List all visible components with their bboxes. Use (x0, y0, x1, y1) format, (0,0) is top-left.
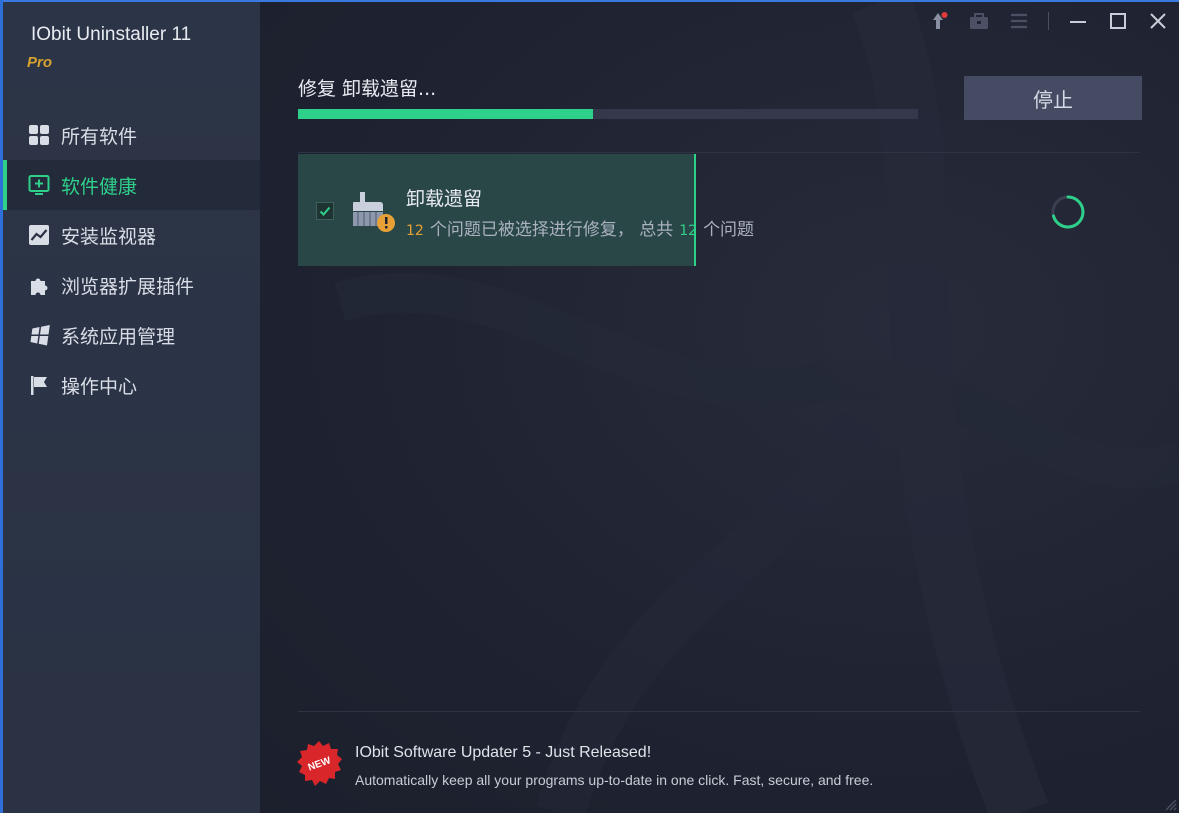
sidebar-item-windows-apps[interactable]: 系统应用管理 (3, 310, 260, 360)
task-row: 卸载遗留 12 个问题已被选择进行修复， 总共 12 个问题 (298, 154, 1140, 266)
progress-title: 修复 卸载遗留... (298, 78, 437, 100)
progress-bar-fill (298, 109, 593, 119)
promo-description: Automatically keep all your programs up-… (355, 772, 874, 788)
edition-badge: Pro (27, 54, 53, 71)
grid-icon (27, 123, 51, 147)
divider (298, 152, 1140, 153)
sidebar-item-all-programs[interactable]: 所有软件 (3, 110, 260, 160)
sidebar-item-label: 浏览器扩展插件 (61, 275, 195, 298)
sidebar: IObit Uninstaller 11 Pro 所有软件 软件健康 安装监视器… (3, 2, 260, 813)
app-title: IObit Uninstaller 11 (31, 24, 192, 45)
checkmark-icon (319, 206, 331, 216)
progress-bar (298, 109, 918, 119)
monitor-plus-icon (27, 173, 51, 197)
toolbox-icon[interactable] (968, 10, 990, 32)
promo-title[interactable]: IObit Software Updater 5 - Just Released… (355, 744, 651, 762)
main-panel: 修复 卸载遗留... 停止 卸载遗留 12 个问题已被选择进行修复， 总共 12 个问… (260, 2, 1179, 813)
menu-icon[interactable] (1008, 10, 1030, 32)
chart-line-icon (27, 223, 51, 247)
resize-grip-icon[interactable] (1163, 797, 1177, 811)
stop-button[interactable]: 停止 (964, 76, 1142, 120)
sidebar-item-action-center[interactable]: 操作中心 (3, 360, 260, 410)
sidebar-item-label: 软件健康 (61, 175, 138, 198)
sidebar-item-label: 系统应用管理 (61, 325, 176, 348)
maximize-icon[interactable] (1107, 10, 1129, 32)
titlebar-controls (928, 10, 1169, 32)
selected-count: 12 (406, 223, 424, 239)
flag-icon (27, 373, 51, 397)
background-decoration (334, 2, 1179, 813)
loading-spinner-icon (1051, 195, 1085, 229)
notification-icon[interactable] (928, 10, 950, 32)
broom-warning-icon (353, 192, 395, 232)
sidebar-nav: 所有软件 软件健康 安装监视器 浏览器扩展插件 系统应用管理 操作中心 (3, 110, 260, 410)
sidebar-item-browser-extensions[interactable]: 浏览器扩展插件 (3, 260, 260, 310)
close-icon[interactable] (1147, 10, 1169, 32)
titlebar-separator (1048, 12, 1049, 30)
sidebar-item-label: 操作中心 (61, 375, 138, 398)
windows-icon (27, 323, 51, 347)
task-name: 卸载遗留 (406, 188, 483, 210)
new-badge-icon[interactable]: NEW (296, 740, 342, 786)
task-row-progress-edge (694, 154, 696, 266)
puzzle-icon (27, 273, 51, 297)
selected-text: 个问题已被选择进行修复， 总共 (429, 220, 674, 240)
divider (298, 711, 1140, 712)
task-checkbox[interactable] (316, 202, 334, 220)
sidebar-item-install-monitor[interactable]: 安装监视器 (3, 210, 260, 260)
minimize-icon[interactable] (1067, 10, 1089, 32)
sidebar-item-label: 安装监视器 (61, 225, 157, 248)
task-description: 12 个问题已被选择进行修复， 总共 12 个问题 (406, 215, 754, 240)
total-text: 个问题 (703, 220, 755, 240)
total-count: 12 (679, 223, 698, 239)
sidebar-item-software-health[interactable]: 软件健康 (3, 160, 260, 210)
sidebar-item-label: 所有软件 (61, 125, 138, 148)
